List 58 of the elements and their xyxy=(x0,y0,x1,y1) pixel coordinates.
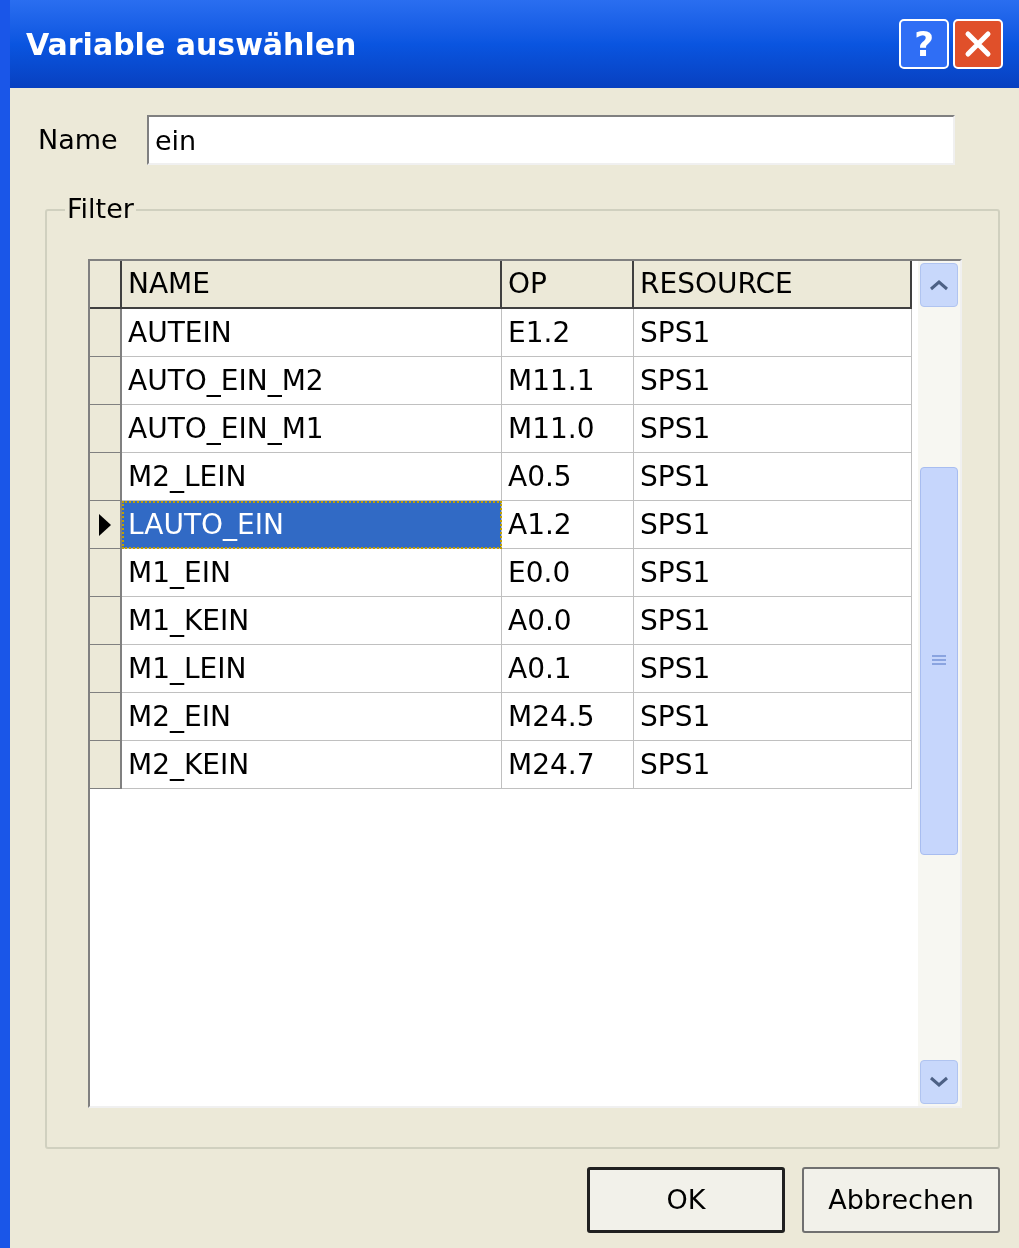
table-cell: SPS1 xyxy=(634,453,912,501)
table-row[interactable]: M1_EIN E0.0 SPS1 xyxy=(90,549,912,597)
current-row-icon xyxy=(98,512,112,537)
chevron-up-icon xyxy=(929,279,949,291)
table-cell: SPS1 xyxy=(634,501,912,549)
table-row[interactable]: AUTEIN E1.2 SPS1 xyxy=(90,309,912,357)
scroll-down-button[interactable] xyxy=(920,1060,958,1104)
table-row[interactable]: M1_KEIN A0.0 SPS1 xyxy=(90,597,912,645)
window-title: Variable auswählen xyxy=(26,25,358,64)
cancel-button[interactable]: Abbrechen xyxy=(802,1167,1000,1233)
scroll-up-button[interactable] xyxy=(920,263,958,307)
table-cell: SPS1 xyxy=(634,645,912,693)
table-cell: M24.5 xyxy=(502,693,634,741)
table-row[interactable]: AUTO_EIN_M2 M11.1 SPS1 xyxy=(90,357,912,405)
table-row[interactable]: M1_LEIN A0.1 SPS1 xyxy=(90,645,912,693)
vertical-scrollbar[interactable] xyxy=(918,261,960,1106)
table-row[interactable]: M2_KEIN M24.7 SPS1 xyxy=(90,741,912,789)
table-cell: AUTEIN xyxy=(122,309,502,357)
table-cell: AUTO_EIN_M2 xyxy=(122,357,502,405)
table-cell: E0.0 xyxy=(502,549,634,597)
chevron-down-icon xyxy=(929,1076,949,1088)
column-header[interactable]: RESOURCE xyxy=(634,261,912,309)
column-header[interactable]: NAME xyxy=(122,261,502,309)
table-cell: SPS1 xyxy=(634,405,912,453)
table-row[interactable]: LAUTO_EIN A1.2 SPS1 xyxy=(90,501,912,549)
table-cell: E1.2 xyxy=(502,309,634,357)
table-cell: M11.0 xyxy=(502,405,634,453)
close-button[interactable] xyxy=(953,19,1003,69)
column-header[interactable]: OP xyxy=(502,261,634,309)
table-cell: A0.5 xyxy=(502,453,634,501)
table-cell: LAUTO_EIN xyxy=(122,501,502,549)
name-label: Name xyxy=(38,122,119,157)
table-cell: M1_KEIN xyxy=(122,597,502,645)
table-cell: SPS1 xyxy=(634,597,912,645)
table-cell: A0.1 xyxy=(502,645,634,693)
ok-button[interactable]: OK xyxy=(587,1167,785,1233)
help-button[interactable]: ? xyxy=(899,19,949,69)
table-cell: SPS1 xyxy=(634,309,912,357)
table-cell: AUTO_EIN_M1 xyxy=(122,405,502,453)
table-cell: M2_EIN xyxy=(122,693,502,741)
table-cell: SPS1 xyxy=(634,693,912,741)
table-cell: M1_LEIN xyxy=(122,645,502,693)
table-cell: M1_EIN xyxy=(122,549,502,597)
name-field[interactable]: ein xyxy=(147,115,955,165)
table-row[interactable]: AUTO_EIN_M1 M11.0 SPS1 xyxy=(90,405,912,453)
table-row[interactable]: M2_EIN M24.5 SPS1 xyxy=(90,693,912,741)
table-cell: SPS1 xyxy=(634,549,912,597)
table-cell: M24.7 xyxy=(502,741,634,789)
table-cell: A0.0 xyxy=(502,597,634,645)
row-header-corner xyxy=(90,261,122,309)
table-cell: M11.1 xyxy=(502,357,634,405)
close-icon xyxy=(963,29,993,59)
table-cell: SPS1 xyxy=(634,741,912,789)
table-cell: M2_KEIN xyxy=(122,741,502,789)
grip-icon xyxy=(931,654,947,668)
table-cell: SPS1 xyxy=(634,357,912,405)
table-cell: A1.2 xyxy=(502,501,634,549)
scroll-thumb[interactable] xyxy=(920,467,958,855)
